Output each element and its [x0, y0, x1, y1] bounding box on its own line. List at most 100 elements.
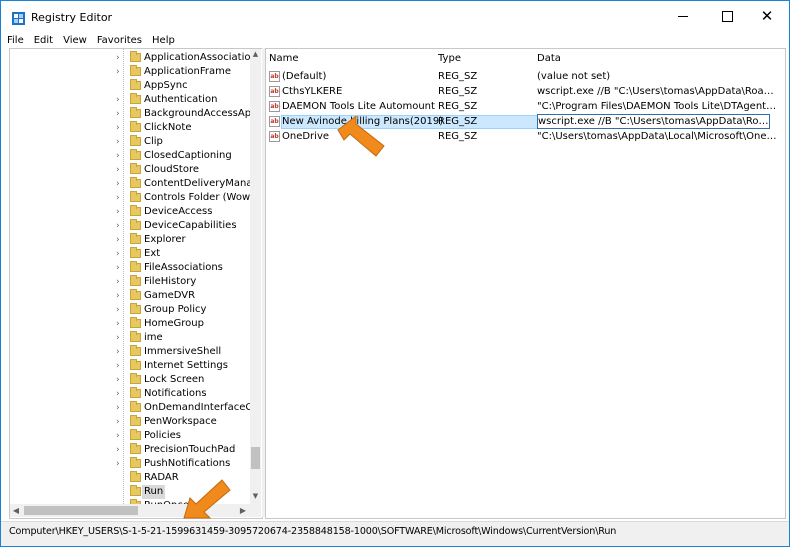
expand-chevron-icon[interactable]: ›	[116, 345, 120, 359]
expand-chevron-icon[interactable]: ›	[116, 205, 120, 219]
expand-chevron-icon[interactable]: ›	[116, 303, 120, 317]
expand-chevron-icon[interactable]: ›	[116, 121, 120, 135]
tree-item[interactable]: › FileHistory	[10, 275, 250, 289]
tree-vertical-scroll-thumb[interactable]	[251, 447, 260, 469]
tree-item[interactable]: › OnDemandInterfaceCach	[10, 401, 250, 415]
tree-item[interactable]: › BackgroundAccessApplic	[10, 107, 250, 121]
tree-item-label: ContentDeliveryManage	[144, 178, 250, 189]
tree-item[interactable]: › Policies	[10, 429, 250, 443]
tree-item-label: Lock Screen	[144, 374, 205, 385]
scroll-down-icon[interactable]: ▼	[251, 492, 260, 502]
expand-chevron-icon[interactable]: ›	[116, 135, 120, 149]
expand-chevron-icon[interactable]: ›	[116, 191, 120, 205]
tree-item[interactable]: › Explorer	[10, 233, 250, 247]
folder-icon	[130, 401, 141, 412]
tree-item-label: PushNotifications	[144, 458, 231, 469]
tree-item[interactable]: › ContentDeliveryManage	[10, 177, 250, 191]
expand-chevron-icon[interactable]: ›	[116, 51, 120, 65]
tree-item[interactable]: › PrecisionTouchPad	[10, 443, 250, 457]
tree-item[interactable]: › Group Policy	[10, 303, 250, 317]
expand-chevron-icon[interactable]: ›	[116, 177, 120, 191]
expand-chevron-icon[interactable]: ›	[116, 107, 120, 121]
scroll-up-icon[interactable]: ▲	[251, 50, 260, 60]
folder-icon	[130, 345, 141, 356]
expand-chevron-icon[interactable]: ›	[116, 373, 120, 387]
expand-chevron-icon[interactable]: ›	[116, 219, 120, 233]
value-name: OneDrive	[282, 131, 330, 142]
tree-item[interactable]: › Lock Screen	[10, 373, 250, 387]
folder-icon	[130, 373, 141, 384]
expand-chevron-icon[interactable]: ›	[116, 401, 120, 415]
tree-item-label: Authentication	[144, 94, 218, 105]
value-row[interactable]: ab CthsYLKERE REG_SZ wscript.exe //B "C:\Us…	[266, 85, 785, 99]
expand-chevron-icon[interactable]: ›	[116, 415, 120, 429]
value-row[interactable]: ab (Default) REG_SZ (value not set)	[266, 70, 785, 84]
tree-item[interactable]: › Ext	[10, 247, 250, 261]
tree-item[interactable]: › Notifications	[10, 387, 250, 401]
tree-item-label: ApplicationAssociationTo	[144, 52, 250, 63]
expand-chevron-icon[interactable]: ›	[116, 359, 120, 373]
scroll-right-icon[interactable]: ▶	[238, 504, 248, 517]
expand-chevron-icon[interactable]: ›	[116, 457, 120, 471]
scroll-left-icon[interactable]: ◀	[11, 504, 21, 517]
registry-editor-window: Registry Editor ✕ File Edit View Favorit…	[0, 0, 790, 547]
title-bar[interactable]: Registry Editor ✕	[1, 1, 789, 32]
tree-item-label: ApplicationFrame	[144, 66, 232, 77]
string-value-icon: ab	[269, 101, 280, 112]
column-header-data[interactable]: Data	[537, 51, 561, 67]
folder-icon	[130, 191, 141, 202]
value-type: REG_SZ	[438, 101, 478, 112]
expand-chevron-icon[interactable]: ›	[116, 163, 120, 177]
tree-item-label: Internet Settings	[144, 360, 228, 371]
expand-chevron-icon[interactable]: ›	[116, 149, 120, 163]
value-type: REG_SZ	[438, 131, 478, 142]
expand-chevron-icon[interactable]: ›	[116, 247, 120, 261]
tree-item[interactable]: › GameDVR	[10, 289, 250, 303]
tree-item[interactable]: › Controls Folder (Wow64)	[10, 191, 250, 205]
expand-chevron-icon[interactable]: ›	[116, 387, 120, 401]
tree-item[interactable]: › Internet Settings	[10, 359, 250, 373]
close-button[interactable]: ✕	[745, 1, 789, 32]
tree-item[interactable]: › CloudStore	[10, 163, 250, 177]
scrollbar-corner	[250, 504, 261, 517]
tree-item[interactable]: › ImmersiveShell	[10, 345, 250, 359]
annotation-arrow-icon	[337, 116, 385, 157]
expand-chevron-icon[interactable]: ›	[116, 317, 120, 331]
column-header-type[interactable]: Type	[438, 51, 461, 67]
expand-chevron-icon[interactable]: ›	[116, 261, 120, 275]
expand-chevron-icon[interactable]: ›	[116, 443, 120, 457]
expand-chevron-icon[interactable]: ›	[116, 429, 120, 443]
value-row[interactable]: ab DAEMON Tools Lite Automount REG_SZ "C:\P…	[266, 100, 785, 114]
tree-item[interactable]: › ApplicationAssociationTo	[10, 51, 250, 65]
tree-item[interactable]: › PenWorkspace	[10, 415, 250, 429]
expand-chevron-icon[interactable]: ›	[116, 93, 120, 107]
folder-icon	[130, 121, 141, 132]
tree-item[interactable]: › Clip	[10, 135, 250, 149]
tree-item[interactable]: › Authentication	[10, 93, 250, 107]
tree-item[interactable]: › ApplicationFrame	[10, 65, 250, 79]
expand-chevron-icon[interactable]: ›	[116, 331, 120, 345]
tree-vertical-scrollbar[interactable]: ▲ ▼	[250, 49, 261, 504]
tree-item[interactable]: › PushNotifications	[10, 457, 250, 471]
tree-item-label: Clip	[144, 136, 163, 147]
tree-item[interactable]: › ClosedCaptioning	[10, 149, 250, 163]
expand-chevron-icon[interactable]: ›	[116, 233, 120, 247]
value-data: (value not set)	[537, 71, 611, 82]
column-header-name[interactable]: Name	[269, 51, 299, 67]
tree-item[interactable]: › DeviceAccess	[10, 205, 250, 219]
tree-item[interactable]: › ime	[10, 331, 250, 345]
minimize-button[interactable]	[661, 1, 705, 32]
tree-horizontal-scroll-thumb[interactable]	[24, 506, 138, 515]
expand-chevron-icon[interactable]: ›	[116, 65, 120, 79]
maximize-button[interactable]	[705, 1, 749, 32]
folder-icon	[130, 219, 141, 230]
tree-item[interactable]: › DeviceCapabilities	[10, 219, 250, 233]
tree-item[interactable]: › HomeGroup	[10, 317, 250, 331]
tree-item[interactable]: › ClickNote	[10, 121, 250, 135]
expand-chevron-icon[interactable]: ›	[116, 275, 120, 289]
value-data: "C:\Users\tomas\AppData\Local\Microsoft\…	[537, 131, 777, 142]
tree-item[interactable]: AppSync	[10, 79, 250, 93]
tree-item-label: FileHistory	[144, 276, 197, 287]
expand-chevron-icon[interactable]: ›	[116, 289, 120, 303]
tree-item[interactable]: › FileAssociations	[10, 261, 250, 275]
